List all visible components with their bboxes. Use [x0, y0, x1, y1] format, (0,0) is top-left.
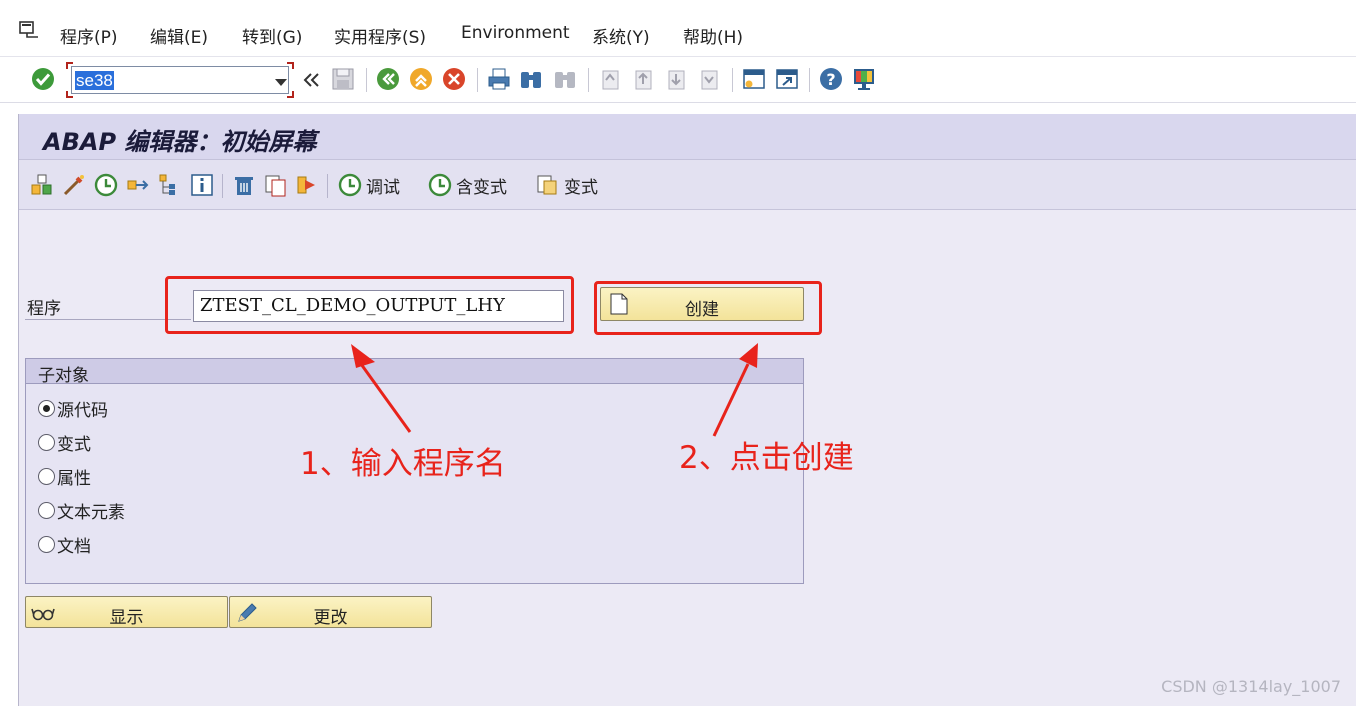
copy-icon[interactable] — [263, 172, 289, 198]
radio-source-code[interactable]: 源代码 — [38, 395, 108, 421]
debug-label: 调试 — [366, 177, 400, 198]
delete-icon[interactable] — [231, 172, 257, 198]
radio-label: 属性 — [57, 468, 91, 489]
menu-screen-icon[interactable] — [18, 20, 40, 40]
annotation-step1: 1、输入程序名 — [300, 446, 506, 482]
radio-documentation[interactable]: 文档 — [38, 531, 91, 557]
watermark: CSDN @1314lay_1007 — [1161, 677, 1341, 696]
menu-edit[interactable]: 编辑(E) — [150, 23, 208, 48]
radio-attributes[interactable]: 属性 — [38, 463, 91, 489]
display-button[interactable]: 显示 — [25, 596, 228, 628]
radio-text-elements[interactable]: 文本元素 — [38, 497, 125, 523]
with-variant-button[interactable]: 含变式 — [427, 170, 507, 200]
debug-icon — [338, 173, 362, 197]
annotation-box-create — [594, 281, 822, 335]
command-field-wrapper: se38 — [66, 62, 294, 98]
execute-icon[interactable] — [93, 172, 119, 198]
next-page-icon[interactable] — [663, 66, 689, 92]
application-toolbar: 调试 含变式 变式 — [19, 160, 1356, 210]
new-session-icon[interactable] — [741, 66, 767, 92]
menu-help[interactable]: 帮助(H) — [683, 23, 743, 48]
application-area: ABAP 编辑器：初始屏幕 调试 含变式 变式 程序 ZTEST_CL_DEMO… — [18, 114, 1356, 706]
save-icon[interactable] — [330, 66, 356, 92]
program-label: 程序 — [27, 299, 61, 319]
menu-goto[interactable]: 转到(G) — [242, 23, 302, 48]
variants-icon — [537, 175, 557, 195]
svg-text:?: ? — [826, 70, 835, 89]
back-icon[interactable] — [375, 66, 401, 92]
print-icon[interactable] — [486, 66, 512, 92]
chevron-down-icon[interactable] — [275, 79, 287, 86]
command-field[interactable]: se38 — [71, 66, 289, 94]
change-label: 更改 — [313, 608, 348, 628]
variants-button[interactable]: 变式 — [535, 170, 598, 200]
menu-utilities[interactable]: 实用程序(S) — [334, 23, 426, 48]
last-page-icon[interactable] — [696, 66, 722, 92]
where-used-icon[interactable] — [125, 172, 151, 198]
radio-label: 文档 — [57, 536, 91, 557]
variants-label: 变式 — [564, 177, 598, 198]
customize-layout-icon[interactable] — [851, 66, 877, 92]
page-title: ABAP 编辑器：初始屏幕 — [43, 128, 317, 156]
menu-environment[interactable]: Environment — [461, 23, 570, 43]
previous-page-icon[interactable] — [630, 66, 656, 92]
radio-button[interactable] — [38, 467, 55, 485]
first-page-icon[interactable] — [597, 66, 623, 92]
shortcut-icon[interactable] — [774, 66, 800, 92]
radio-variants[interactable]: 变式 — [38, 429, 91, 455]
debug-button[interactable]: 调试 — [337, 170, 400, 200]
execute-variant-icon — [428, 173, 452, 197]
with-variant-label: 含变式 — [456, 177, 507, 198]
find-icon[interactable] — [518, 66, 544, 92]
change-button[interactable]: 更改 — [229, 596, 432, 628]
radio-label: 文本元素 — [57, 502, 125, 523]
enter-icon[interactable] — [30, 66, 56, 92]
radio-button[interactable] — [38, 399, 55, 417]
find-next-icon[interactable] — [552, 66, 578, 92]
screen-title-bar: ABAP 编辑器：初始屏幕 — [19, 114, 1356, 160]
command-field-value: se38 — [75, 71, 114, 90]
radio-label: 变式 — [57, 434, 91, 455]
menu-program[interactable]: 程序(P) — [60, 23, 118, 48]
object-list-icon[interactable] — [157, 172, 183, 198]
annotation-box-program — [165, 276, 574, 334]
radio-button[interactable] — [38, 433, 55, 451]
menu-bar: 程序(P) 编辑(E) 转到(G) 实用程序(S) Environment 系统… — [0, 0, 1356, 57]
rename-icon[interactable] — [295, 172, 321, 198]
radio-button[interactable] — [38, 501, 55, 519]
help-icon[interactable]: ? — [818, 66, 844, 92]
other-object-icon[interactable] — [29, 172, 55, 198]
subobjects-title: 子对象 — [38, 366, 89, 386]
info-icon[interactable] — [189, 172, 215, 198]
display-label: 显示 — [109, 608, 144, 628]
menu-system[interactable]: 系统(Y) — [592, 23, 650, 48]
radio-label: 源代码 — [57, 400, 108, 421]
check-syntax-icon[interactable] — [61, 172, 87, 198]
radio-button[interactable] — [38, 535, 55, 553]
history-icon[interactable] — [298, 67, 320, 93]
annotation-step2: 2、点击创建 — [679, 440, 854, 476]
subobjects-header: 子对象 — [26, 359, 803, 386]
cancel-icon[interactable] — [441, 66, 467, 92]
exit-icon[interactable] — [408, 66, 434, 92]
